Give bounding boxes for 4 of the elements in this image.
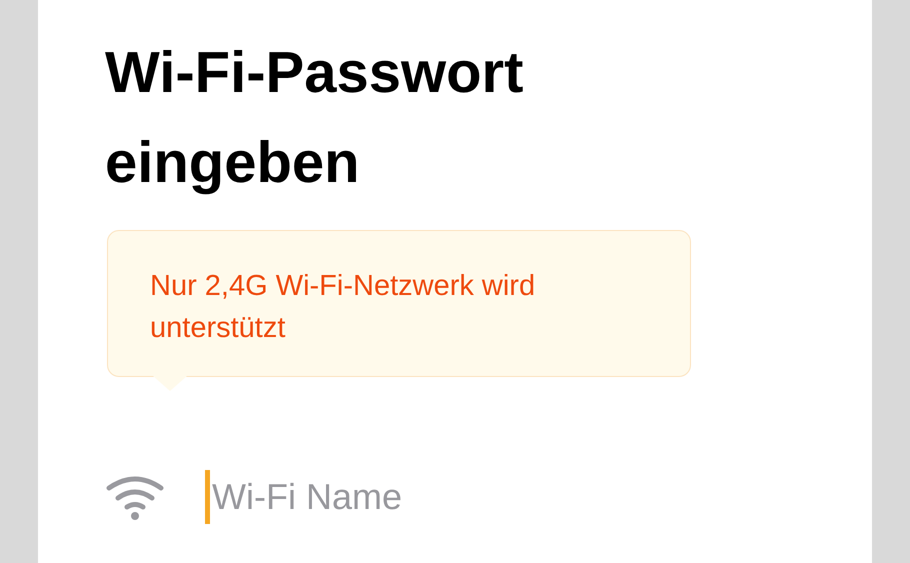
page-title: Wi-Fi-Passwort eingeben (105, 39, 524, 197)
wifi-icon (105, 474, 165, 520)
notice-text: Nur 2,4G Wi-Fi-Netzwerk wird unterstützt (150, 269, 536, 346)
wifi-name-field[interactable]: Wi-Fi Name (210, 476, 592, 518)
